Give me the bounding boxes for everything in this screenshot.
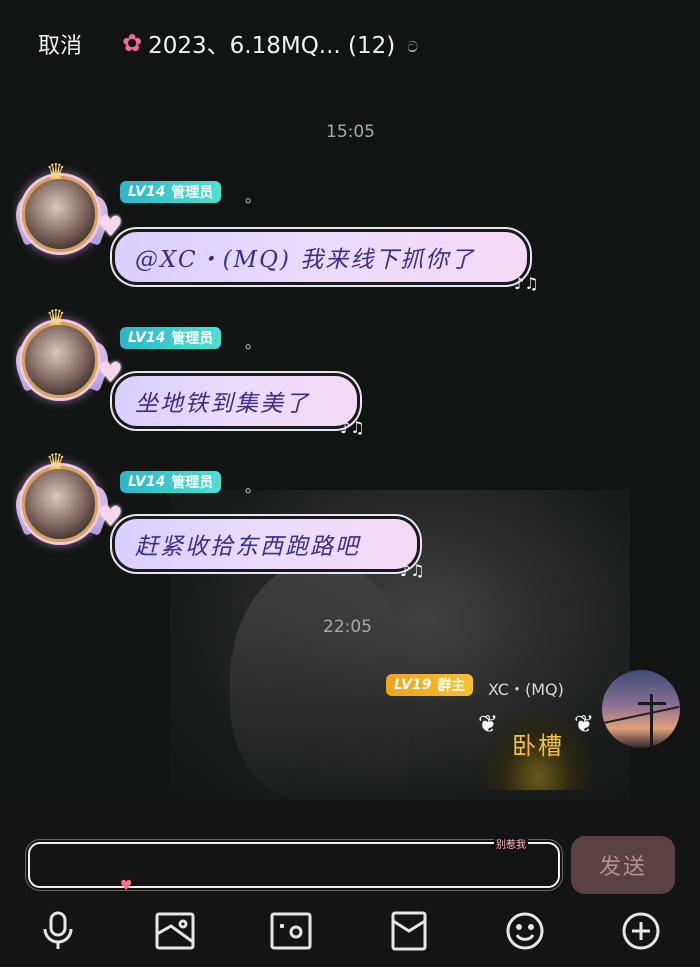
message-bubble[interactable]: @XC・(MQ) 我来线下抓你了 bbox=[115, 232, 527, 282]
crown-icon: ♛ bbox=[46, 450, 66, 475]
sender-name: 。 bbox=[245, 333, 262, 352]
badge-role: 群主 bbox=[437, 678, 466, 694]
flower-icon: ✿ bbox=[122, 29, 143, 57]
admin-badge: LV14 管理员 bbox=[120, 471, 222, 493]
my-avatar[interactable] bbox=[602, 670, 680, 748]
chat-title-text: 2023、6.18MQ... (12) bbox=[148, 33, 396, 59]
admin-badge: LV14 管理员 bbox=[120, 181, 222, 203]
music-notes-icon: ♪♫ bbox=[400, 561, 425, 580]
image-icon[interactable] bbox=[152, 908, 198, 954]
crown-icon: ♛ bbox=[46, 160, 66, 185]
send-button[interactable]: 发送 bbox=[571, 836, 675, 894]
badge-level: LV19 bbox=[394, 677, 432, 693]
wing-icon: ❦ bbox=[478, 710, 499, 738]
avatar[interactable] bbox=[22, 466, 98, 542]
timestamp: 15:05 bbox=[326, 122, 375, 142]
message-input[interactable] bbox=[30, 844, 558, 886]
bottom-toolbar bbox=[0, 908, 700, 958]
badge-level: LV14 bbox=[128, 184, 166, 200]
sender-name: 。 bbox=[245, 477, 262, 496]
broken-heart-icon: ♥ bbox=[120, 878, 133, 894]
ear-icon: ට bbox=[407, 38, 419, 56]
red-envelope-icon[interactable] bbox=[386, 908, 432, 954]
top-bar: 取消 ✿ 2023、6.18MQ... (12) ට bbox=[0, 0, 700, 84]
music-notes-icon: ♪♫ bbox=[514, 274, 539, 293]
admin-badge: LV14 管理员 bbox=[120, 327, 222, 349]
microphone-icon[interactable] bbox=[35, 908, 81, 954]
badge-role: 管理员 bbox=[171, 475, 214, 491]
badge-level: LV14 bbox=[128, 474, 166, 490]
camera-icon[interactable] bbox=[268, 908, 314, 954]
badge-level: LV14 bbox=[128, 330, 166, 346]
crown-icon: ♛ bbox=[46, 306, 66, 331]
heart-icon: ♥ bbox=[98, 210, 124, 243]
wing-icon: ❦ bbox=[574, 710, 595, 738]
input-decoration-tag: 别惹我 bbox=[494, 836, 528, 851]
cancel-button[interactable]: 取消 bbox=[38, 28, 82, 60]
plus-icon[interactable] bbox=[618, 908, 664, 954]
sender-name: XC・(MQ) bbox=[488, 680, 564, 699]
message-input-box[interactable] bbox=[28, 842, 560, 888]
emoji-icon[interactable] bbox=[502, 908, 548, 954]
message-bubble[interactable]: 赶紧收拾东西跑路吧 bbox=[115, 519, 417, 569]
sender-name: 。 bbox=[245, 187, 262, 206]
badge-role: 管理员 bbox=[171, 185, 214, 201]
avatar[interactable] bbox=[22, 176, 98, 252]
avatar[interactable] bbox=[22, 322, 98, 398]
owner-badge: LV19 群主 bbox=[386, 674, 474, 696]
badge-role: 管理员 bbox=[171, 331, 214, 347]
background-figure-hair bbox=[230, 560, 410, 800]
music-notes-icon: ♪♫ bbox=[340, 418, 365, 437]
message-bubble[interactable]: 坐地铁到集美了 bbox=[115, 376, 357, 426]
timestamp: 22:05 bbox=[323, 617, 372, 637]
chat-title[interactable]: ✿ 2023、6.18MQ... (12) ට bbox=[122, 26, 418, 60]
my-message-text: 卧槽 bbox=[512, 732, 564, 760]
